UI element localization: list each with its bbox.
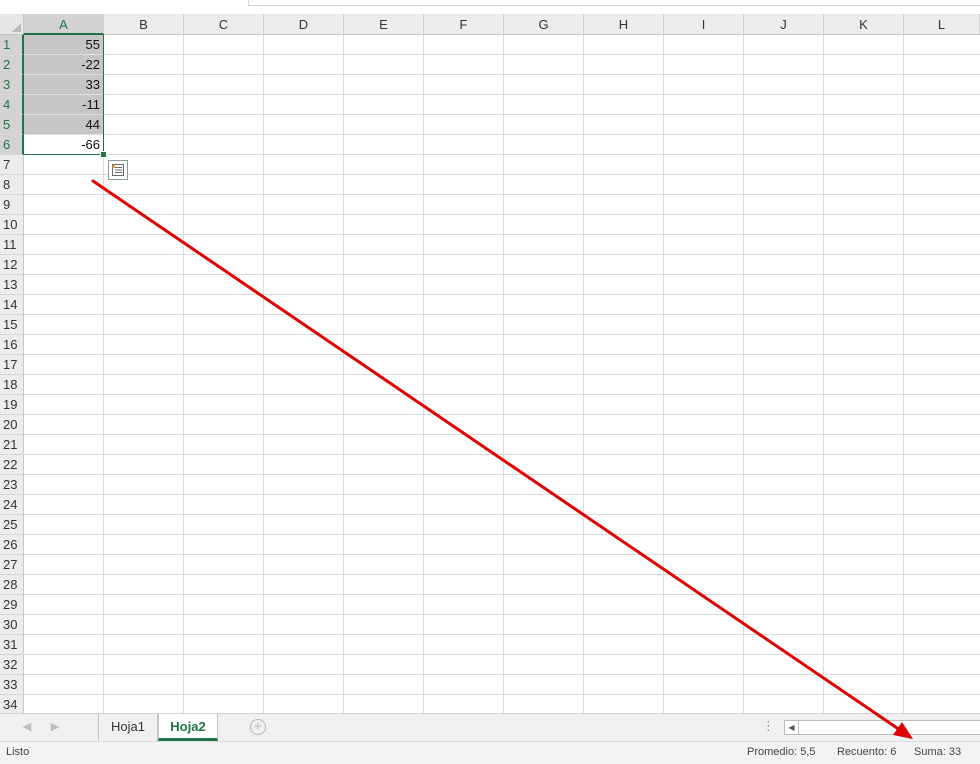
plus-circle-icon[interactable]: + [250,719,266,735]
cell-a2[interactable]: -22 [24,55,103,75]
status-bar: Listo Promedio: 5,5 Recuento: 6 Suma: 33 [0,741,980,764]
cell-a1[interactable]: 55 [24,35,103,55]
cell-a6[interactable]: -66 [24,135,103,155]
row-header-19[interactable]: 19 [0,395,24,415]
formula-bar-box[interactable] [248,0,980,6]
column-header-a[interactable]: A [24,14,104,35]
row-header-15[interactable]: 15 [0,315,24,335]
row-header-31[interactable]: 31 [0,635,24,655]
column-header-l[interactable]: L [904,14,980,35]
row-header-32[interactable]: 32 [0,655,24,675]
cell-a5[interactable]: 44 [24,115,103,135]
row-header-25[interactable]: 25 [0,515,24,535]
column-header-e[interactable]: E [344,14,424,35]
column-header-i[interactable]: I [664,14,744,35]
sheet-tabs-bar: ◀ ▶ Hoja1 Hoja2 + ⋮ ◀ [0,713,980,741]
split-handle-icon[interactable]: ⋮ [762,718,775,734]
row-header-29[interactable]: 29 [0,595,24,615]
cell-a4[interactable]: -11 [24,95,103,115]
row-header-4[interactable]: 4 [0,95,24,115]
column-header-c[interactable]: C [184,14,264,35]
column-header-g[interactable]: G [504,14,584,35]
row-header-30[interactable]: 30 [0,615,24,635]
sheet-tab-hoja2[interactable]: Hoja2 [158,714,218,741]
formula-bar-edge [0,0,980,14]
triangle-left-icon[interactable]: ◀ [785,721,799,734]
row-header-14[interactable]: 14 [0,295,24,315]
row-header-17[interactable]: 17 [0,355,24,375]
status-count: Recuento: 6 [837,746,897,758]
row-header-20[interactable]: 20 [0,415,24,435]
row-header-22[interactable]: 22 [0,455,24,475]
row-header-18[interactable]: 18 [0,375,24,395]
quick-analysis-button[interactable] [108,160,128,180]
row-header-11[interactable]: 11 [0,235,24,255]
row-header-7[interactable]: 7 [0,155,24,175]
fill-handle[interactable] [100,151,107,158]
horizontal-scrollbar[interactable]: ◀ [784,720,980,735]
triangle-left-icon[interactable]: ◀ [20,720,34,733]
row-header-33[interactable]: 33 [0,675,24,695]
row-header-13[interactable]: 13 [0,275,24,295]
select-all-corner[interactable] [0,14,24,35]
row-header-34[interactable]: 34 [0,695,24,713]
row-header-12[interactable]: 12 [0,255,24,275]
column-header-j[interactable]: J [744,14,824,35]
column-header-f[interactable]: F [424,14,504,35]
status-average: Promedio: 5,5 [747,746,816,758]
row-header-28[interactable]: 28 [0,575,24,595]
spreadsheet-grid[interactable]: A B C D E F G H I J K L 1 2 3 4 5 6 7 8 … [0,14,980,713]
row-header-5[interactable]: 5 [0,115,24,135]
row-header-8[interactable]: 8 [0,175,24,195]
row-header-26[interactable]: 26 [0,535,24,555]
row-header-21[interactable]: 21 [0,435,24,455]
status-sum: Suma: 33 [914,746,962,758]
cells-area[interactable] [24,35,980,713]
row-header-10[interactable]: 10 [0,215,24,235]
column-header-b[interactable]: B [104,14,184,35]
row-header-24[interactable]: 24 [0,495,24,515]
triangle-right-icon[interactable]: ▶ [48,720,62,733]
column-header-d[interactable]: D [264,14,344,35]
cell-a3[interactable]: 33 [24,75,103,95]
sheet-tab-hoja1[interactable]: Hoja1 [98,714,158,741]
row-header-27[interactable]: 27 [0,555,24,575]
row-header-1[interactable]: 1 [0,35,24,55]
column-header-h[interactable]: H [584,14,664,35]
status-ready: Listo [6,746,30,758]
row-header-3[interactable]: 3 [0,75,24,95]
row-header-9[interactable]: 9 [0,195,24,215]
row-header-6[interactable]: 6 [0,135,24,155]
row-header-23[interactable]: 23 [0,475,24,495]
row-header-16[interactable]: 16 [0,335,24,355]
quick-analysis-icon [112,163,124,176]
column-header-k[interactable]: K [824,14,904,35]
row-header-2[interactable]: 2 [0,55,24,75]
